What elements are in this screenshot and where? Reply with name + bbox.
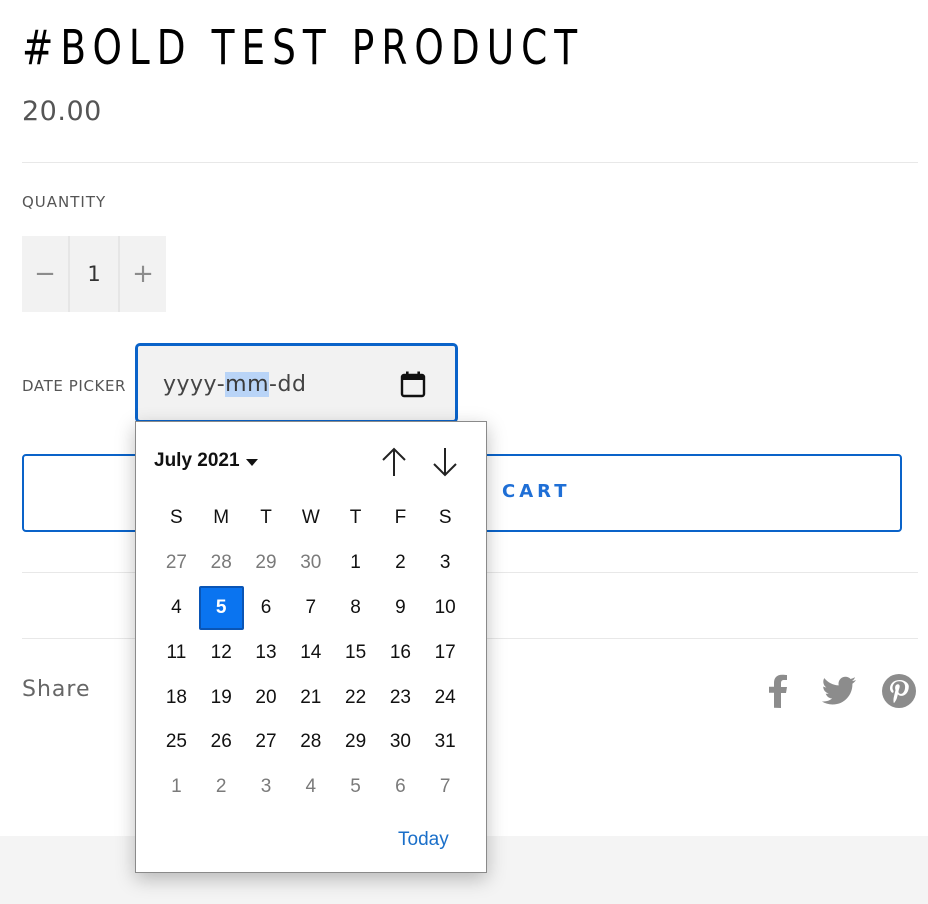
weekday-label: F [394,507,407,529]
calendar-day[interactable]: 1 [333,541,378,586]
calendar-day[interactable]: 4 [154,586,199,631]
calendar-day[interactable]: 24 [423,675,468,720]
calendar-day[interactable]: 30 [288,541,333,586]
calendar-week-row: 18 19 20 21 22 23 24 [154,675,470,720]
date-picker-input[interactable]: yyyy-mm-dd [135,343,458,423]
weekday-label: T [260,507,272,529]
calendar-day[interactable]: 4 [288,765,333,810]
calendar-day[interactable]: 8 [333,586,378,631]
date-separator: - [216,372,226,397]
quantity-input[interactable]: 1 [68,236,120,312]
calendar-day[interactable]: 11 [154,630,199,675]
weekday-label: M [213,507,230,529]
calendar-week-row: 1234567 [154,765,470,810]
calendar-day[interactable]: 27 [154,541,199,586]
decrease-quantity-button[interactable]: − [22,236,68,312]
calendar-day[interactable]: 5 [333,765,378,810]
calendar-day[interactable]: 31 [423,720,468,765]
date-picker-label: DATE PICKER [22,377,127,395]
calendar-day[interactable]: 15 [333,630,378,675]
calendar-day[interactable]: 29 [244,541,289,586]
facebook-icon[interactable] [760,672,798,710]
calendar-day[interactable]: 30 [378,720,423,765]
pinterest-icon[interactable] [880,672,918,710]
date-input-text: yyyy-mm-dd [163,372,306,397]
calendar-day[interactable]: 17 [423,630,468,675]
calendar-day[interactable]: 2 [378,541,423,586]
divider [22,162,918,163]
calendar-day[interactable]: 25 [154,720,199,765]
calendar-day[interactable]: 19 [199,675,244,720]
calendar-day[interactable]: 28 [199,541,244,586]
calendar-day[interactable]: 7 [423,765,468,810]
month-year-selector[interactable]: July 2021 [154,450,258,472]
calendar-day[interactable]: 28 [288,720,333,765]
today-button[interactable]: Today [398,829,449,851]
weekday-label: S [170,507,183,529]
product-price: 20.00 [22,96,102,127]
year-segment[interactable]: yyyy [163,372,217,397]
calendar-day-selected[interactable]: 5 [198,585,244,631]
calendar-day[interactable]: 2 [199,765,244,810]
calendar-day[interactable]: 21 [288,675,333,720]
calendar-day[interactable]: 1 [154,765,199,810]
calendar-day[interactable]: 6 [244,586,289,631]
weekday-label: W [301,507,320,529]
calendar-grid: S M T W T F S 27 28 29 30 1 2 3 4 5 6 7 8 9 10 11 12 13 1… [154,496,470,810]
calendar-day[interactable]: 13 [244,630,289,675]
chevron-down-icon [245,458,258,466]
calendar-day[interactable]: 9 [378,586,423,631]
calendar-icon[interactable] [399,370,427,398]
calendar-day[interactable]: 23 [378,675,423,720]
calendar-week-row: 4 5 6 7 8 9 10 [154,585,470,631]
day-segment[interactable]: dd [277,372,306,397]
calendar-day[interactable]: 14 [288,630,333,675]
calendar-week-row: 27 28 29 30 1 2 3 [154,541,470,586]
calendar-day[interactable]: 26 [199,720,244,765]
calendar-week-row: 25 26 27 28 29 30 31 [154,720,470,765]
increase-quantity-button[interactable]: + [120,236,166,312]
calendar-day[interactable]: 27 [244,720,289,765]
calendar-day[interactable]: 10 [423,586,468,631]
quantity-stepper: − 1 + [22,236,166,312]
calendar-day[interactable]: 20 [244,675,289,720]
calendar-day[interactable]: 22 [333,675,378,720]
twitter-icon[interactable] [820,672,858,710]
calendar-day[interactable]: 29 [333,720,378,765]
calendar-day[interactable]: 3 [244,765,289,810]
arrow-up-icon[interactable] [379,446,409,478]
calendar-day[interactable]: 12 [199,630,244,675]
weekday-label: T [349,507,362,529]
calendar-day[interactable]: 18 [154,675,199,720]
weekday-label: S [438,507,452,529]
calendar-day[interactable]: 16 [378,630,423,675]
calendar-popup: July 2021 S M T W T F S 27 28 29 30 1 2 3 4 5 6 7 8… [135,421,487,873]
calendar-day[interactable]: 7 [288,586,333,631]
calendar-week-row: 11 12 13 14 15 16 17 [154,630,470,675]
quantity-label: QUANTITY [22,193,107,211]
add-to-cart-label: CART [502,481,571,502]
arrow-down-icon[interactable] [430,446,460,478]
share-label: Share [22,677,91,702]
calendar-day[interactable]: 6 [378,765,423,810]
month-segment[interactable]: mm [225,372,270,397]
product-title: #BOLD TEST PRODUCT [22,20,585,76]
weekday-header-row: S M T W T F S [154,496,470,541]
calendar-day[interactable]: 3 [423,541,468,586]
month-year-label: July 2021 [154,450,240,471]
